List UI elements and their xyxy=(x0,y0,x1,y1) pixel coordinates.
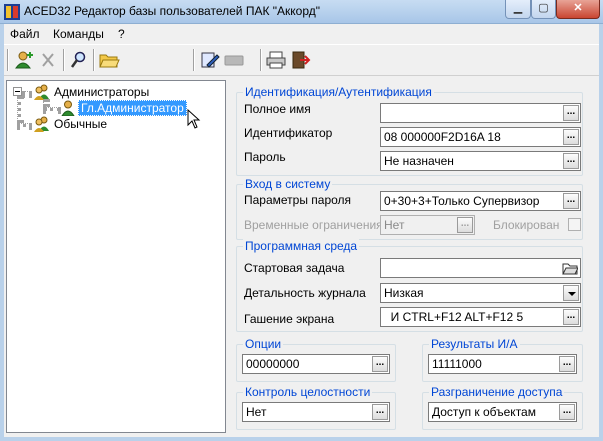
browse-button[interactable]: ... xyxy=(559,356,575,372)
id-field[interactable]: 08 000000F2D16A 18 ... xyxy=(380,127,581,147)
app-icon xyxy=(4,4,20,20)
field-value: 11111000 xyxy=(432,357,482,371)
open-folder-icon[interactable] xyxy=(562,260,578,276)
minimize-button[interactable]: ▁ xyxy=(505,0,531,19)
group-title: Вход в систему xyxy=(243,177,333,191)
user-tree[interactable]: Администраторы Гл.Администратор Обычные xyxy=(6,80,226,433)
group-title: Опции xyxy=(243,337,284,351)
delete-icon[interactable] xyxy=(37,50,59,70)
results-group: Результаты И/А 11111000 ... xyxy=(422,337,583,382)
field-value: Нет xyxy=(384,218,405,232)
browse-button[interactable]: ... xyxy=(559,404,575,420)
field-value: 00000000 xyxy=(246,357,300,371)
chevron-down-icon[interactable] xyxy=(563,285,579,301)
browse-button: ... xyxy=(457,217,473,233)
fullname-label: Полное имя xyxy=(244,102,311,116)
add-user-icon[interactable] xyxy=(14,50,36,70)
field-value: Нет xyxy=(246,405,267,419)
tree-label-selected: Гл.Администратор xyxy=(78,100,187,116)
browse-button[interactable]: ... xyxy=(372,404,388,420)
blocked-checkbox xyxy=(568,218,581,231)
user-group-icon xyxy=(34,116,49,132)
properties-panel: Идентификация/Аутентификация Полное имя … xyxy=(232,80,595,433)
title-bar: ACED32 Редактор базы пользователей ПАК "… xyxy=(0,0,603,24)
tree-line xyxy=(17,96,21,123)
password-params-label: Параметры пароля xyxy=(244,193,352,207)
group-title: Разграничение доступа xyxy=(429,385,565,399)
start-task-label: Стартовая задача xyxy=(244,261,345,275)
exit-icon[interactable] xyxy=(289,50,311,70)
blocked-label: Блокирован xyxy=(493,218,560,232)
menu-file[interactable]: Файл xyxy=(10,27,40,41)
group-title: Результаты И/А xyxy=(429,337,520,351)
id-label: Идентификатор xyxy=(244,126,333,140)
options-group: Опции 00000000 ... xyxy=(236,337,396,382)
field-value: Низкая xyxy=(384,286,424,300)
splitter[interactable] xyxy=(227,80,231,433)
field-value: Доступ к объектам xyxy=(432,405,536,419)
integrity-field[interactable]: Нет ... xyxy=(242,402,390,422)
toolbar-separator xyxy=(193,49,195,71)
toolbar-separator xyxy=(63,49,65,71)
browse-button[interactable]: ... xyxy=(563,153,579,169)
toolbar-separator xyxy=(93,49,95,71)
log-detail-label: Детальность журнала xyxy=(244,286,366,300)
user-group-icon xyxy=(34,84,49,100)
toolbar-separator xyxy=(7,49,9,71)
group-title: Программная среда xyxy=(243,239,360,253)
browse-button[interactable]: ... xyxy=(563,309,579,325)
access-group: Разграничение доступа Доступ к объектам … xyxy=(422,385,583,430)
print-icon[interactable] xyxy=(265,50,287,70)
group-title: Контроль целостности xyxy=(243,385,373,399)
menu-help[interactable]: ? xyxy=(118,27,125,41)
login-group: Вход в систему Параметры пароля 0+30+3+Т… xyxy=(236,177,583,240)
field-value: Не назначен xyxy=(384,154,454,168)
env-group: Программная среда Стартовая задача Детал… xyxy=(236,239,583,332)
access-field[interactable]: Доступ к объектам ... xyxy=(428,402,577,422)
field-value: 08 000000F2D16A 18 xyxy=(384,130,501,144)
screen-blank-label: Гашение экрана xyxy=(244,312,335,326)
field-value: 0+30+3+Только Супервизор xyxy=(384,194,540,208)
ident-group: Идентификация/Аутентификация Полное имя … xyxy=(236,85,583,176)
integrity-group: Контроль целостности Нет ... xyxy=(236,385,396,430)
browse-button[interactable]: ... xyxy=(563,105,579,121)
time-limits-label: Временные ограничения xyxy=(244,218,383,232)
password-params-field[interactable]: 0+30+3+Только Супервизор ... xyxy=(380,191,581,211)
options-field[interactable]: 00000000 ... xyxy=(242,354,390,374)
menu-commands[interactable]: Команды xyxy=(53,27,104,41)
find-icon[interactable] xyxy=(68,50,90,70)
field-value: И CTRL+F12 ALT+F12 5 xyxy=(384,310,524,324)
close-button[interactable]: ✕ xyxy=(556,0,600,19)
app-window: ACED32 Редактор базы пользователей ПАК "… xyxy=(0,0,603,441)
browse-button[interactable]: ... xyxy=(563,129,579,145)
tree-line xyxy=(17,123,32,127)
results-field[interactable]: 11111000 ... xyxy=(428,354,577,374)
log-detail-select[interactable]: Низкая xyxy=(380,283,581,303)
group-title: Идентификация/Аутентификация xyxy=(243,85,434,99)
screen-blank-field[interactable]: И CTRL+F12 ALT+F12 5 ... xyxy=(380,307,581,327)
tree-line xyxy=(43,99,47,107)
collapse-toggle[interactable] xyxy=(13,87,22,96)
tree-line xyxy=(43,107,61,111)
password-label: Пароль xyxy=(244,150,286,164)
edit-icon[interactable] xyxy=(199,50,221,70)
toolbar xyxy=(4,44,599,76)
mouse-cursor-icon xyxy=(187,109,201,129)
fullname-field[interactable]: ... xyxy=(380,103,581,123)
tree-label: Обычные xyxy=(54,117,108,131)
maximize-button[interactable]: ▢ xyxy=(531,0,556,19)
user-icon xyxy=(61,100,75,116)
window-title: ACED32 Редактор базы пользователей ПАК "… xyxy=(24,4,320,18)
tree-line xyxy=(22,91,32,95)
tree-label: Администраторы xyxy=(54,85,150,99)
time-limits-field: Нет ... xyxy=(380,215,475,235)
browse-button[interactable]: ... xyxy=(372,356,388,372)
menu-bar: Файл Команды ? xyxy=(4,24,599,44)
start-task-field[interactable] xyxy=(380,258,581,278)
password-field[interactable]: Не назначен ... xyxy=(380,151,581,171)
toolbar-separator xyxy=(260,49,262,71)
browse-button[interactable]: ... xyxy=(563,193,579,209)
keyboard-icon xyxy=(224,55,244,66)
open-folder-icon[interactable] xyxy=(98,50,120,70)
